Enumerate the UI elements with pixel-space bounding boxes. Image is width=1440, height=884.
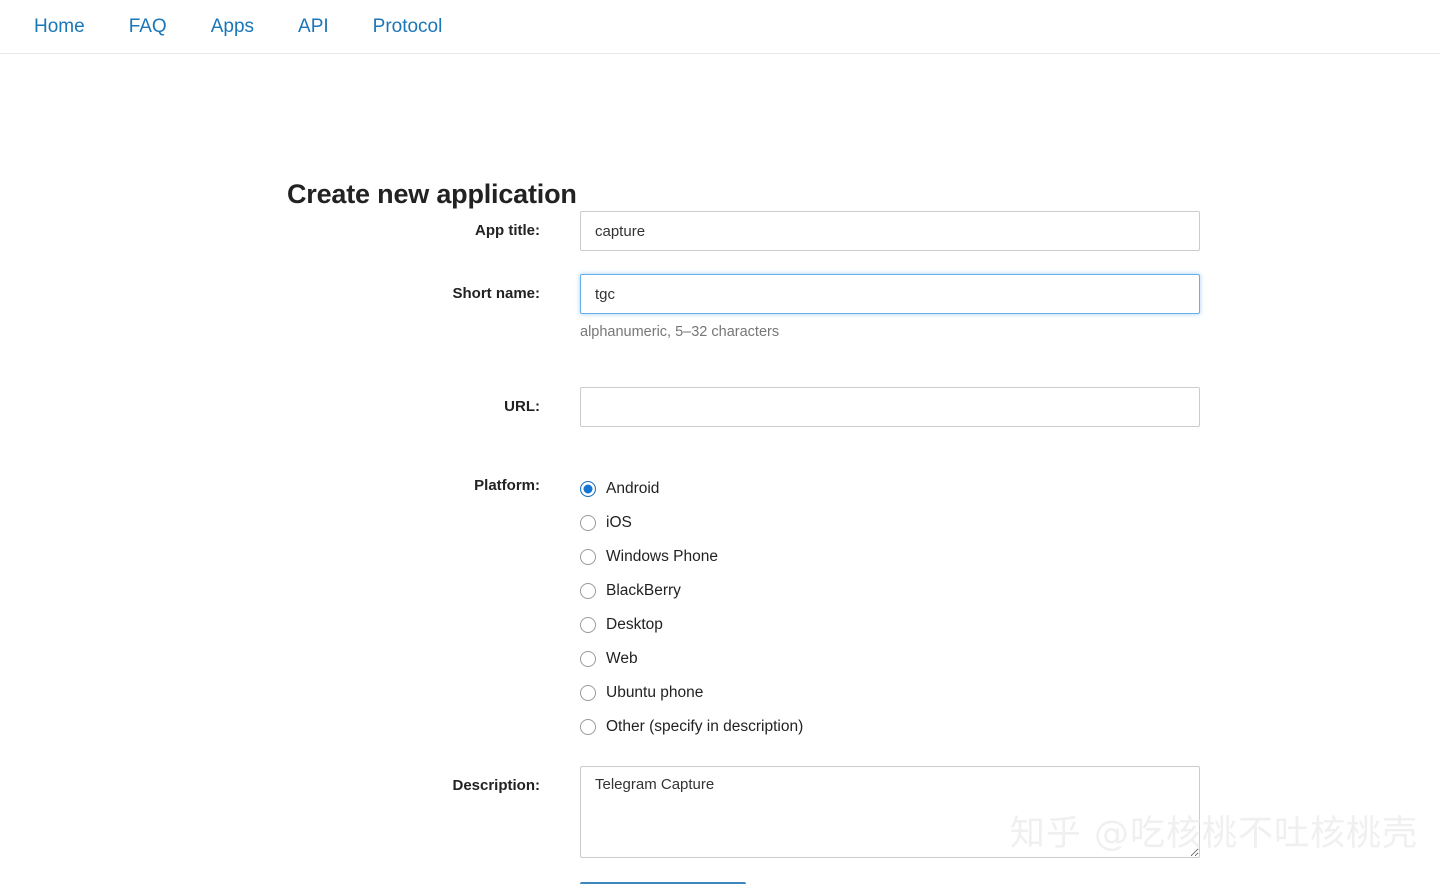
short-name-input[interactable] (580, 274, 1200, 314)
platform-radio-row[interactable]: Other (specify in description) (580, 710, 1200, 744)
nav-link-apps[interactable]: Apps (189, 10, 276, 44)
short-name-help-text: alphanumeric, 5–32 characters (580, 324, 780, 340)
nav-item-protocol: Protocol (351, 10, 465, 44)
nav-link-protocol[interactable]: Protocol (351, 10, 465, 44)
nav-link-api[interactable]: API (276, 10, 351, 44)
nav-item-apps: Apps (189, 10, 276, 44)
platform-radio-label: BlackBerry (606, 582, 681, 599)
site-header: Home FAQ Apps API Protocol (0, 0, 1440, 54)
platform-label: Platform: (474, 477, 540, 494)
form-row-description: Description: (0, 766, 1440, 858)
description-textarea[interactable] (580, 766, 1200, 858)
nav-link-faq[interactable]: FAQ (107, 10, 189, 44)
platform-control: Android iOS Windows Phone BlackBerry Desktop… (580, 472, 1200, 744)
radio-button-icon[interactable] (580, 651, 596, 667)
platform-radio-row[interactable]: iOS (580, 506, 1200, 540)
create-application-form: App title: Short name: alphanumeric, 5–3… (0, 211, 1440, 884)
radio-button-icon[interactable] (580, 719, 596, 735)
radio-button-icon[interactable] (580, 515, 596, 531)
app-title-input[interactable] (580, 211, 1200, 251)
platform-radio-label: iOS (606, 514, 632, 531)
short-name-label: Short name: (452, 285, 540, 302)
nav-item-api: API (276, 10, 351, 44)
platform-radio-label: Windows Phone (606, 548, 719, 565)
url-input[interactable] (580, 387, 1200, 427)
url-control (580, 387, 1200, 427)
description-control (580, 766, 1200, 858)
platform-radio-row[interactable]: Desktop (580, 608, 1200, 642)
form-row-platform: Platform: Android iOS Windows Phone BlackBe… (0, 472, 1440, 744)
form-row-app-title: App title: (0, 211, 1440, 251)
platform-radio-label: Other (specify in description) (606, 718, 804, 735)
nav-link-home[interactable]: Home (12, 10, 107, 44)
radio-button-icon[interactable] (580, 549, 596, 565)
form-row-url: URL: (0, 387, 1440, 427)
nav-item-faq: FAQ (107, 10, 189, 44)
main-navigation: Home FAQ Apps API Protocol (12, 10, 464, 44)
app-title-control (580, 211, 1200, 251)
description-label: Description: (452, 777, 540, 794)
platform-radio-row[interactable]: Web (580, 642, 1200, 676)
platform-radio-row[interactable]: Windows Phone (580, 540, 1200, 574)
form-row-short-name: Short name: alphanumeric, 5–32 character… (0, 274, 1440, 341)
platform-radio-label: Android (606, 480, 660, 497)
page-title: Create new application (287, 179, 577, 210)
short-name-control: alphanumeric, 5–32 characters (580, 274, 1200, 341)
radio-button-icon[interactable] (580, 617, 596, 633)
url-label: URL: (504, 398, 540, 415)
page-content: Create new application App title: Short … (0, 54, 1440, 884)
platform-radio-row[interactable]: Ubuntu phone (580, 676, 1200, 710)
app-title-label: App title: (475, 222, 540, 239)
platform-radio-label: Desktop (606, 616, 663, 633)
radio-button-icon[interactable] (580, 685, 596, 701)
platform-radio-row[interactable]: BlackBerry (580, 574, 1200, 608)
radio-button-icon[interactable] (580, 481, 596, 497)
platform-radio-label: Ubuntu phone (606, 684, 704, 701)
platform-radio-label: Web (606, 650, 638, 667)
platform-radio-group: Android iOS Windows Phone BlackBerry Desktop… (580, 472, 1200, 744)
nav-item-home: Home (12, 10, 107, 44)
platform-radio-row[interactable]: Android (580, 472, 1200, 506)
radio-button-icon[interactable] (580, 583, 596, 599)
